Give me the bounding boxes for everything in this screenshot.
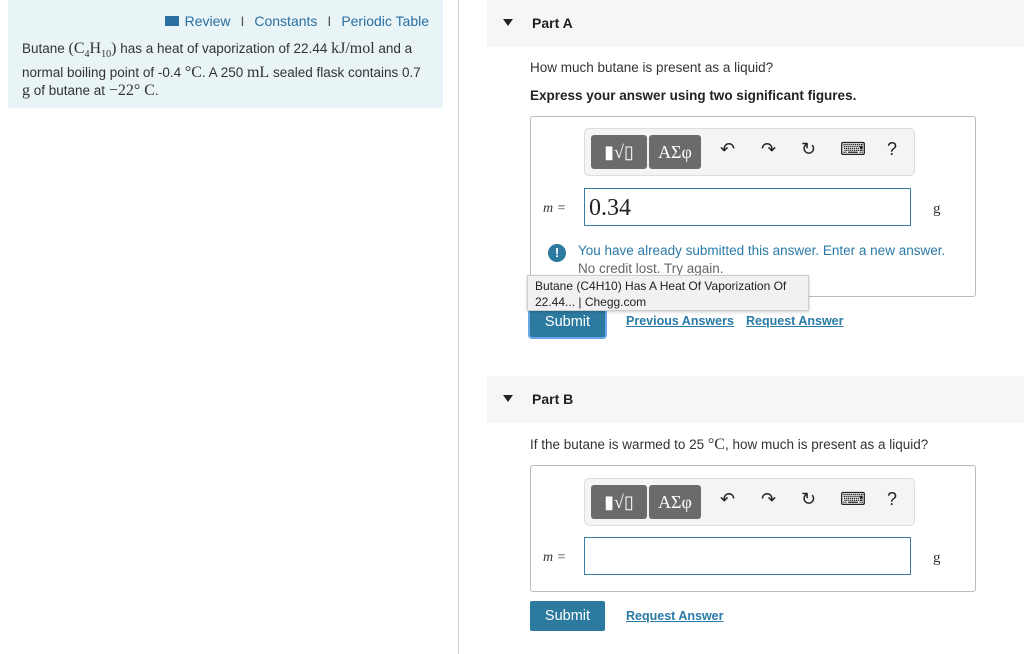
constants-link[interactable]: Constants [254,13,317,29]
math-toolbar: ▮√▯ ΑΣφ ↶ ↷ ↻ ⌨ ? [584,128,915,176]
t: , how much is present as a liquid? [724,437,929,452]
review-link[interactable]: Review [164,13,231,29]
greek-symbols-button[interactable]: ΑΣφ [649,135,701,169]
part-a-instruction: Express your answer using two significan… [530,88,857,103]
t: Butane [22,41,69,56]
problem-panel: Review I Constants I Periodic Table Buta… [8,0,443,108]
t: (C [68,40,85,57]
book-icon [164,16,179,26]
variable-label: m = [543,550,567,565]
feedback-message: You have already submitted this answer. … [578,243,946,258]
help-icon[interactable]: ? [887,489,897,510]
separator: I [327,13,332,29]
t: of butane at [30,83,109,99]
answer-input[interactable] [584,537,911,575]
math-toolbar: ▮√▯ ΑΣφ ↶ ↷ ↻ ⌨ ? [584,478,915,526]
part-b-header[interactable]: Part B [487,376,1024,423]
templates-button[interactable]: ▮√▯ [591,135,647,169]
request-answer-link-b[interactable]: Request Answer [626,609,723,623]
alert-icon: ! [548,244,566,262]
t: −22° C [108,82,155,100]
part-b-title: Part B [532,391,574,407]
tooltip-line: 22.44... | Chegg.com [535,295,647,309]
undo-icon[interactable]: ↶ [720,139,735,160]
reset-icon[interactable]: ↻ [801,139,816,160]
problem-text: Butane (C4H10) has a heat of vaporizatio… [22,40,432,100]
unit-label: g [933,550,941,566]
variable-label: m = [543,201,567,216]
t: has a heat of vaporization of 22.44 [116,41,332,56]
reset-icon[interactable]: ↻ [801,489,816,510]
tooltip-line: Butane (C4H10) Has A Heat Of Vaporizatio… [535,279,787,293]
resource-links: Review I Constants I Periodic Table [164,13,429,29]
templates-button[interactable]: ▮√▯ [591,485,647,519]
divider [458,0,459,654]
part-a-answer-box: ▮√▯ ΑΣφ ↶ ↷ ↻ ⌨ ? m = 0.34 g ! You have … [530,116,976,297]
previous-answers-link[interactable]: Previous Answers [626,314,734,328]
greek-symbols-button[interactable]: ΑΣφ [649,485,701,519]
t: g [22,82,30,100]
separator: I [240,13,245,29]
collapse-triangle-icon [503,19,513,26]
t: 10 [101,49,112,61]
t: If the butane is warmed to 25 [530,437,708,452]
part-a-question: How much butane is present as a liquid? [530,60,774,75]
answer-input[interactable]: 0.34 [584,188,911,226]
review-label: Review [184,13,231,29]
t: kJ/mol [331,40,375,57]
periodic-table-link[interactable]: Periodic Table [341,13,429,29]
t: °C [707,436,725,453]
keyboard-icon[interactable]: ⌨ [840,489,866,510]
undo-icon[interactable]: ↶ [720,489,735,510]
formula: (C4H10) [68,40,117,61]
t: . [154,83,159,99]
submit-button-a[interactable]: Submit [530,307,605,337]
submit-button-b[interactable]: Submit [530,601,605,631]
collapse-triangle-icon [503,395,513,402]
part-a-header[interactable]: Part A [487,0,1024,47]
part-b-answer-box: ▮√▯ ΑΣφ ↶ ↷ ↻ ⌨ ? m = g [530,465,976,592]
feedback-hint: No credit lost. Try again. [578,261,724,276]
redo-icon[interactable]: ↷ [761,139,776,160]
t: . A 250 [201,65,247,81]
tooltip: Butane (C4H10) Has A Heat Of Vaporizatio… [527,275,809,311]
t: H [89,40,102,57]
t: sealed flask contains 0.7 [269,65,421,81]
redo-icon[interactable]: ↷ [761,489,776,510]
t: mL [246,64,270,82]
request-answer-link-a[interactable]: Request Answer [746,314,843,328]
help-icon[interactable]: ? [887,139,897,160]
part-a-title: Part A [532,15,573,31]
part-b-question: If the butane is warmed to 25 °C, how mu… [530,436,928,454]
keyboard-icon[interactable]: ⌨ [840,139,866,160]
t: °C [184,64,202,82]
unit-label: g [933,201,941,217]
